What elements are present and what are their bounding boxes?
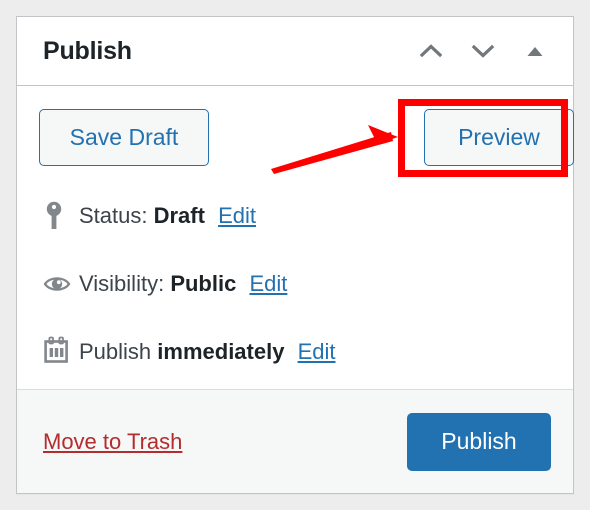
visibility-row-text: Visibility: Public Edit	[79, 273, 287, 295]
post-status-pin-icon	[43, 200, 79, 232]
eye-visibility-icon	[43, 272, 79, 296]
preview-button[interactable]: Preview	[424, 109, 574, 166]
triangle-up-icon[interactable]	[519, 35, 551, 67]
publish-date-value: immediately	[157, 339, 285, 364]
panel-header: Publish	[17, 17, 573, 86]
save-draft-button[interactable]: Save Draft	[39, 109, 209, 166]
visibility-value: Public	[170, 271, 237, 296]
visibility-label: Visibility:	[79, 271, 165, 296]
publish-date-row-text: Publish immediately Edit	[79, 341, 336, 363]
status-label: Status:	[79, 203, 148, 228]
publish-date-edit-link[interactable]: Edit	[298, 339, 336, 364]
chevron-down-icon[interactable]	[467, 35, 499, 67]
status-row-text: Status: Draft Edit	[79, 205, 256, 227]
panel-body: Save Draft Preview Status: Draft Edit Vi…	[17, 86, 574, 390]
panel-footer: Move to Trash Publish	[17, 390, 573, 493]
page-title: Publish	[43, 36, 132, 65]
calendar-icon	[43, 336, 79, 368]
status-edit-link[interactable]: Edit	[218, 203, 256, 228]
move-to-trash-link[interactable]: Move to Trash	[43, 430, 182, 453]
status-value: Draft	[153, 203, 205, 228]
visibility-edit-link[interactable]: Edit	[249, 271, 287, 296]
publish-date-label: Publish	[79, 339, 152, 364]
panel-header-actions	[415, 35, 551, 67]
publish-date-row: Publish immediately Edit	[43, 318, 573, 386]
chevron-up-icon[interactable]	[415, 35, 447, 67]
misc-publishing-actions: Status: Draft Edit Visibility: Public Ed…	[17, 182, 573, 386]
status-row: Status: Draft Edit	[43, 182, 573, 250]
visibility-row: Visibility: Public Edit	[43, 250, 573, 318]
publish-button[interactable]: Publish	[407, 412, 551, 471]
minor-publishing-actions: Save Draft Preview	[17, 86, 574, 182]
publish-metabox: Publish Save Draft Preview Status: Draft…	[16, 16, 574, 494]
